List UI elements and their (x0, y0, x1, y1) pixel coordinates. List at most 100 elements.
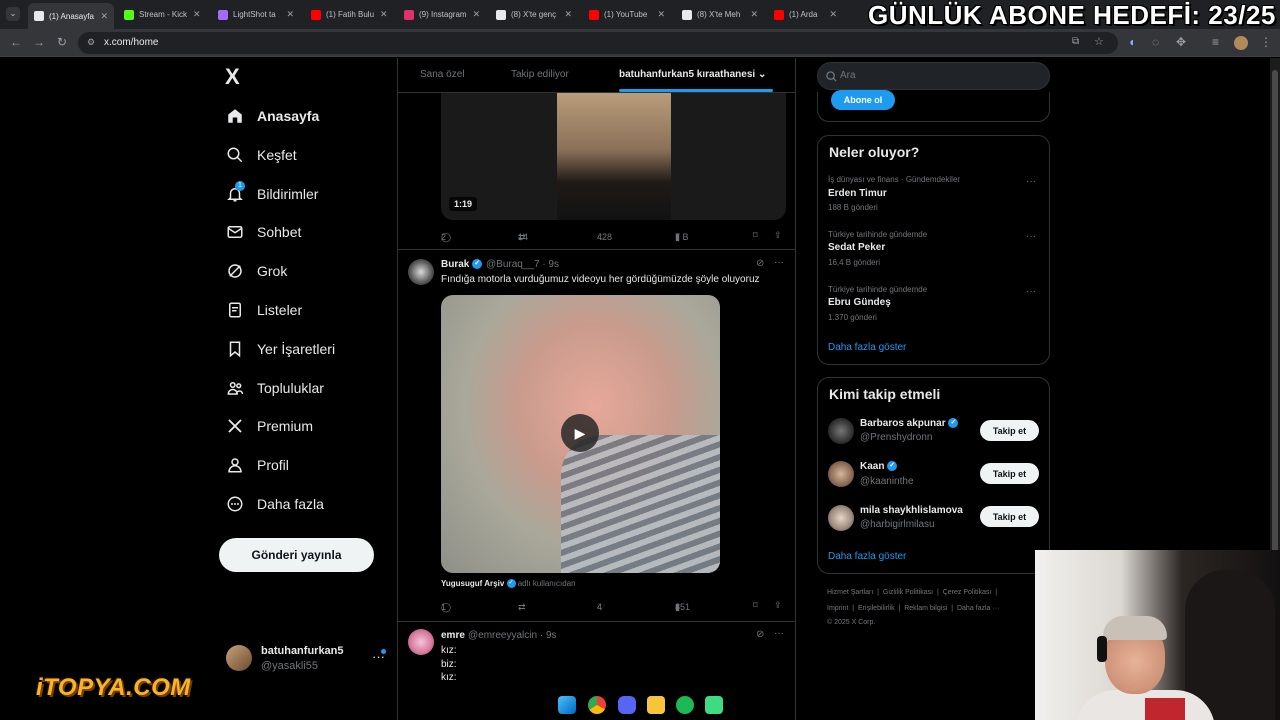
file-explorer-icon[interactable] (647, 696, 665, 714)
bookmark-star-icon[interactable]: ☆ (1094, 35, 1104, 48)
sidebar-item-mail[interactable]: Sohbet (225, 217, 301, 247)
share-icon[interactable]: ⇪ (774, 230, 782, 241)
footer-link[interactable]: Çerez Politikası (943, 589, 992, 596)
follow-button[interactable]: Takip et (980, 463, 1039, 484)
sidebar-item-profile[interactable]: Profil (225, 450, 289, 480)
follow-button[interactable]: Takip et (980, 506, 1039, 527)
browser-tab[interactable]: (9) Instagram ✕ (398, 4, 486, 25)
tweet-time[interactable]: · 9s (542, 259, 559, 270)
sidebar-item-communities[interactable]: Topluluklar (225, 373, 324, 403)
sidebar-item-grok[interactable]: Grok (225, 256, 287, 286)
browser-tab[interactable]: (8) X'te Meh ✕ (676, 4, 764, 25)
browser-tab[interactable]: (1) Anasayfa ✕ (28, 3, 114, 29)
close-tab-icon[interactable]: ✕ (558, 9, 572, 20)
author-handle[interactable]: @Buraq__7 (486, 259, 540, 270)
more-icon[interactable]: ··· (1026, 176, 1036, 187)
more-icon[interactable]: ··· (774, 257, 784, 268)
subscribe-button[interactable]: Abone ol (831, 90, 895, 110)
tweet-author[interactable]: Burak ✓ (441, 259, 483, 270)
search-input[interactable]: Ara (817, 62, 1050, 90)
profile-avatar[interactable] (1234, 36, 1248, 50)
grok-icon[interactable]: ⊘ (756, 258, 764, 269)
reload-icon[interactable]: ↻ (57, 36, 67, 48)
more-icon[interactable]: ··· (774, 628, 784, 639)
tab-search-icon[interactable]: ⌄ (6, 7, 20, 21)
footer-link[interactable]: Erişilebilirlik (858, 605, 895, 612)
extension-icon[interactable]: ◌ (1152, 36, 1159, 48)
sidebar-item-list[interactable]: Listeler (225, 295, 302, 325)
sidebar-item-more-circle[interactable]: Daha fazla (225, 489, 324, 519)
avatar[interactable] (408, 629, 434, 655)
footer-link[interactable]: Hizmet Şartları (827, 589, 873, 596)
browser-tab[interactable]: (1) YouTube ✕ (583, 4, 671, 25)
wtf-name[interactable]: mila shaykhlislamova (860, 505, 963, 516)
footer-link[interactable]: Reklam bilgisi (904, 605, 947, 612)
discord-icon[interactable] (618, 696, 636, 714)
back-icon[interactable]: ← (10, 36, 22, 48)
post-button[interactable]: Gönderi yayınla (219, 538, 374, 572)
tab-list[interactable]: batuhanfurkan5 kıraathanesi ⌄ (619, 69, 766, 80)
bookmark-icon[interactable]: ⌑ (753, 230, 758, 241)
tweet-video[interactable]: 1:19 (441, 93, 786, 220)
grok-icon[interactable]: ⊘ (756, 629, 764, 640)
media-icon[interactable]: ≡ (1212, 36, 1219, 48)
account-switcher[interactable]: batuhanfurkan5 @yasakli55 ··· (226, 643, 386, 675)
browser-tab[interactable]: (1) Fatih Bulu ✕ (305, 4, 393, 25)
browser-tab[interactable]: (8) X'te genç ✕ (490, 4, 578, 25)
site-info-icon[interactable]: ⚙ (87, 37, 95, 48)
tweet-video[interactable]: ▶ (441, 295, 720, 573)
install-icon[interactable]: ⧉ (1072, 36, 1079, 47)
avatar[interactable] (408, 259, 434, 285)
wtf-name[interactable]: Kaan ✓ (860, 461, 898, 472)
close-tab-icon[interactable]: ✕ (94, 11, 108, 22)
follow-button[interactable]: Takip et (980, 420, 1039, 441)
play-icon[interactable]: ▶ (561, 414, 599, 452)
close-tab-icon[interactable]: ✕ (280, 9, 294, 20)
close-tab-icon[interactable]: ✕ (467, 9, 481, 20)
trend-name[interactable]: Ebru Gündeş (828, 297, 891, 308)
footer-link[interactable]: Imprint (827, 605, 848, 612)
sidebar-item-bookmark[interactable]: Yer İşaretleri (225, 334, 335, 364)
show-more-follow-link[interactable]: Daha fazla göster (828, 551, 906, 562)
menu-icon[interactable]: ⋮ (1260, 36, 1272, 48)
close-tab-icon[interactable]: ✕ (187, 9, 201, 20)
avatar[interactable] (828, 418, 854, 444)
tab-for-you[interactable]: Sana özel (420, 69, 464, 80)
close-tab-icon[interactable]: ✕ (823, 9, 837, 20)
close-tab-icon[interactable]: ✕ (744, 9, 758, 20)
wtf-name[interactable]: Barbaros akpunar ✓ (860, 418, 959, 429)
chrome-icon[interactable] (588, 696, 606, 714)
footer-link[interactable]: Gizlilik Politikası (883, 589, 933, 596)
app-icon[interactable] (705, 696, 723, 714)
show-more-trends-link[interactable]: Daha fazla göster (828, 342, 906, 353)
browser-tab[interactable]: Stream - Kick ✕ (118, 4, 206, 25)
more-icon[interactable]: ··· (1026, 286, 1036, 297)
avatar[interactable] (828, 505, 854, 531)
browser-tab[interactable]: LightShot ta ✕ (212, 4, 300, 25)
forward-icon[interactable]: → (33, 36, 45, 48)
bookmark-icon[interactable]: ⌑ (753, 600, 758, 611)
browser-tab[interactable]: (1) Arda ✕ (768, 4, 843, 25)
x-logo[interactable]: X (225, 64, 240, 90)
sidebar-item-search[interactable]: Keşfet (225, 140, 297, 170)
video-source[interactable]: Yugusuguf Arşiv ✓ adlı kullanıcıdan (441, 579, 576, 589)
avatar[interactable] (828, 461, 854, 487)
author-handle[interactable]: @emreeyyalcin (468, 630, 537, 641)
tweet-time[interactable]: · 9s (540, 630, 557, 641)
sidebar-item-bell[interactable]: 1 Bildirimler (225, 179, 318, 209)
footer-link[interactable]: Daha fazla ··· (957, 605, 999, 612)
share-icon[interactable]: ⇪ (774, 600, 782, 611)
audio-icon[interactable]: ◖ (1128, 36, 1135, 48)
puzzle-icon[interactable]: ✥ (1176, 36, 1186, 48)
more-icon[interactable]: ··· (1026, 231, 1036, 242)
author-name[interactable]: emre (441, 630, 465, 641)
trend-name[interactable]: Erden Timur (828, 188, 887, 199)
tab-following[interactable]: Takip ediliyor (511, 69, 569, 80)
sidebar-item-premium-x[interactable]: Premium (225, 411, 313, 441)
sidebar-item-home[interactable]: Anasayfa (225, 101, 319, 131)
close-tab-icon[interactable]: ✕ (651, 9, 665, 20)
spotify-icon[interactable] (676, 696, 694, 714)
trend-name[interactable]: Sedat Peker (828, 242, 885, 253)
url-field[interactable]: ⚙ x.com/home ⧉ ☆ (78, 32, 1118, 54)
windows-start-icon[interactable] (558, 696, 576, 714)
